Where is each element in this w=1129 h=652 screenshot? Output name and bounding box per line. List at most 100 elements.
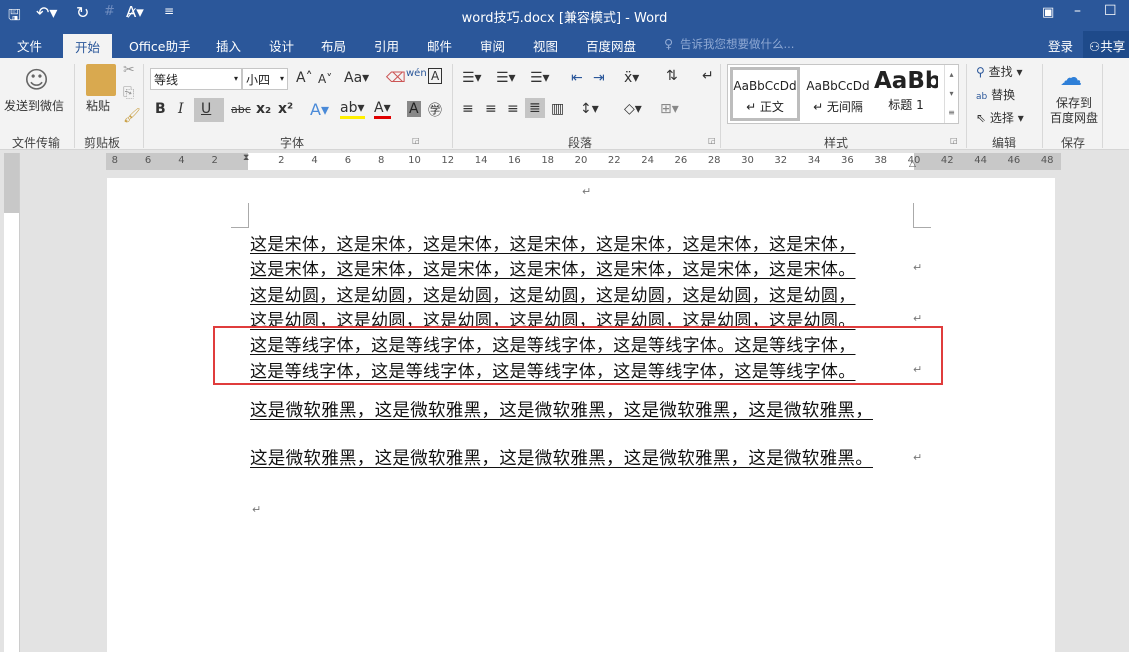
ruler-number: 30 (741, 155, 754, 166)
line-spacing-icon[interactable]: ↕▾ (580, 101, 599, 117)
strikethrough-button[interactable]: abc (231, 103, 251, 116)
minimize-icon[interactable]: – (1074, 3, 1081, 19)
tab-insert[interactable]: 插入 (216, 36, 241, 55)
sort-icon[interactable]: ⇅ (666, 68, 678, 84)
document-line[interactable]: 这是宋体，这是宋体，这是宋体，这是宋体，这是宋体，这是宋体，这是宋体， (250, 230, 913, 255)
cut-icon[interactable]: ✂ (123, 62, 135, 78)
ruler-number: 16 (508, 155, 521, 166)
align-center-icon[interactable]: ≡ (485, 101, 497, 117)
crop-mark (913, 203, 931, 228)
document-line[interactable]: 这是微软雅黑，这是微软雅黑，这是微软雅黑，这是微软雅黑，这是微软雅黑， (250, 397, 913, 422)
align-left-icon[interactable]: ≡ (462, 101, 474, 117)
ruler-number: 14 (475, 155, 488, 166)
dialog-launcher-icon[interactable]: ◲ (950, 136, 958, 145)
ribbon-tabs: 文件 开始 Office助手 插入 设计 布局 引用 邮件 审阅 视图 百度网盘… (0, 31, 1129, 58)
save-to-baidu-button[interactable]: 保存到百度网盘 (1050, 96, 1098, 126)
shrink-font-icon[interactable]: A˅ (318, 72, 332, 86)
bold-button[interactable]: B (155, 101, 166, 117)
tab-view[interactable]: 视图 (533, 36, 558, 55)
text-effects-icon[interactable]: A▾ (310, 100, 329, 119)
tab-layout[interactable]: 布局 (321, 36, 346, 55)
login-link[interactable]: 登录 (1048, 36, 1073, 55)
tab-home[interactable]: 开始 (63, 34, 112, 58)
document-line[interactable]: 这是幼圆，这是幼圆，这是幼圆，这是幼圆，这是幼圆，这是幼圆，这是幼圆， (250, 281, 913, 306)
maximize-icon[interactable]: ☐ (1104, 3, 1117, 19)
ruler-number: 18 (541, 155, 554, 166)
ruler-number: 6 (145, 155, 151, 166)
font-size-select[interactable]: 小四▾ (242, 68, 288, 90)
ruler-number: 20 (575, 155, 588, 166)
subscript-button[interactable]: x₂ (256, 101, 271, 117)
multilevel-list-icon[interactable]: ☰▾ (530, 70, 550, 86)
find-button[interactable]: ⚲ 查找 ▾ (976, 63, 1022, 80)
font-name-select[interactable]: 等线▾ (150, 68, 242, 90)
ruler-number: 26 (675, 155, 688, 166)
replace-button[interactable]: ab 替换 (976, 86, 1015, 103)
replace-icon: ab (976, 92, 987, 102)
align-right-icon[interactable]: ≡ (507, 101, 519, 117)
vertical-ruler[interactable] (4, 153, 20, 652)
paragraph-mark: ↵ (913, 261, 922, 274)
format-painter-icon[interactable]: 🖌 (123, 108, 141, 124)
superscript-button[interactable]: x² (278, 101, 293, 117)
send-to-wechat-button[interactable]: 发送到微信 (4, 97, 64, 114)
tab-references[interactable]: 引用 (374, 36, 399, 55)
dialog-launcher-icon[interactable]: ◲ (708, 136, 716, 145)
style-normal[interactable]: AaBbCcDd↵ 正文 (730, 67, 800, 121)
paragraph-mark: ↵ (582, 185, 591, 198)
tab-office-assistant[interactable]: Office助手 (129, 36, 191, 55)
title-bar: 🖫 ↶▾ ↻ # A̷▾ ≡ word技巧.docx [兼容模式] - Word… (0, 0, 1129, 31)
style-no-spacing[interactable]: AaBbCcDd↵ 无间隔 (802, 70, 874, 122)
show-marks-icon[interactable]: ↵ (702, 68, 714, 84)
paste-button[interactable]: 粘贴 (86, 97, 110, 114)
tell-me-input[interactable]: 告诉我您想要做什么... (680, 36, 794, 52)
underline-button[interactable]: U (194, 98, 224, 122)
borders-icon[interactable]: ⊞▾ (660, 101, 679, 117)
tab-file[interactable]: 文件 (17, 36, 42, 55)
change-case-icon[interactable]: Aa▾ (344, 70, 369, 86)
font-size-value: 小四 (246, 73, 270, 87)
character-border-icon[interactable]: A (428, 68, 442, 84)
select-button[interactable]: ⇖ 选择 ▾ (976, 109, 1024, 126)
document-line[interactable]: 这是微软雅黑，这是微软雅黑，这是微软雅黑，这是微软雅黑，这是微软雅黑。 (250, 445, 913, 470)
increase-indent-icon[interactable]: ⇥ (593, 70, 605, 86)
numbering-icon[interactable]: ☰▾ (496, 70, 516, 86)
indent-marker[interactable]: ⧗ (243, 153, 249, 163)
phonetic-guide-icon[interactable]: wén (406, 68, 427, 79)
font-color-icon[interactable]: A▾ (374, 100, 391, 119)
document-line[interactable]: 这是宋体，这是宋体，这是宋体，这是宋体，这是宋体，这是宋体，这是宋体。 (250, 255, 913, 280)
highlight-color-icon[interactable]: ab▾ (340, 100, 365, 119)
tab-review[interactable]: 审阅 (480, 36, 505, 55)
tab-design[interactable]: 设计 (269, 36, 294, 55)
italic-button[interactable]: I (178, 101, 184, 117)
distributed-icon[interactable]: ▥ (551, 101, 564, 117)
right-indent-marker[interactable]: △ (909, 159, 916, 169)
chevron-down-icon: ▾ (234, 74, 238, 83)
justify-icon[interactable]: ≣ (525, 98, 545, 118)
character-shading-icon[interactable]: A (407, 101, 421, 117)
divider (1102, 64, 1103, 148)
crop-mark (231, 203, 249, 228)
enclose-characters-icon[interactable]: ㊫ (428, 100, 442, 120)
ribbon-display-icon[interactable]: ▣ (1042, 5, 1054, 20)
ruler-number: 4 (311, 155, 317, 166)
dialog-launcher-icon[interactable]: ◲ (412, 136, 420, 145)
ruler-number: 32 (774, 155, 787, 166)
styles-scroll[interactable]: ▴▾≡ (944, 65, 958, 123)
tab-baidu-pan[interactable]: 百度网盘 (586, 36, 636, 55)
grow-font-icon[interactable]: A˄ (296, 70, 313, 86)
bullets-icon[interactable]: ☰▾ (462, 70, 482, 86)
style-heading-1[interactable]: AaBb标题 1 (874, 66, 938, 118)
ruler-number: 12 (441, 155, 454, 166)
ruler-number: 28 (708, 155, 721, 166)
decrease-indent-icon[interactable]: ⇤ (571, 70, 583, 86)
highlight-box (213, 326, 943, 385)
copy-icon[interactable]: ⎘ (123, 85, 134, 101)
shading-icon[interactable]: ◇▾ (624, 101, 642, 117)
horizontal-ruler[interactable]: 8642246810121416182022242628303234363840… (106, 153, 1061, 170)
share-button[interactable]: ⚇共享 (1083, 31, 1129, 58)
tab-mailings[interactable]: 邮件 (427, 36, 452, 55)
clear-formatting-icon[interactable]: ⌫ (386, 70, 406, 86)
asian-layout-icon[interactable]: ẍ▾ (624, 70, 639, 86)
person-add-icon: ⚇ (1089, 39, 1100, 54)
